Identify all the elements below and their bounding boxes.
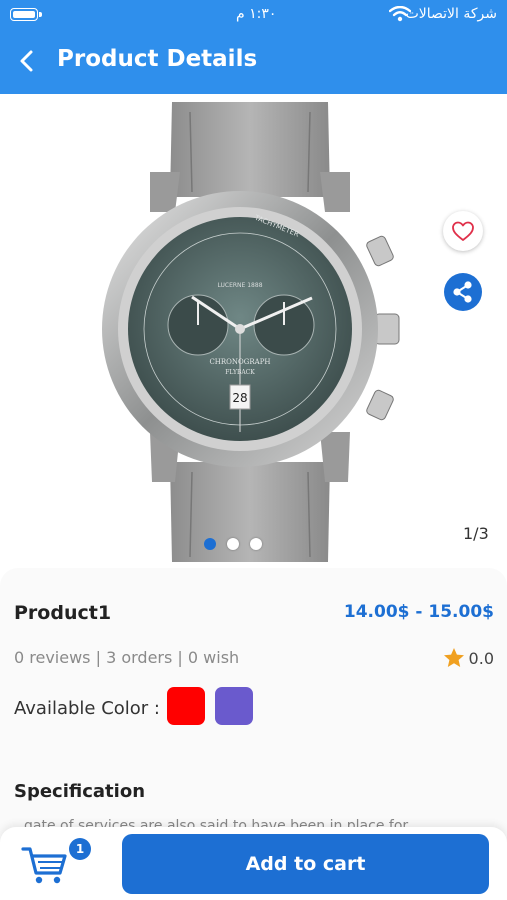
dial-brand: LUCERNE 1888 bbox=[217, 282, 262, 289]
product-rating: 0.0 bbox=[442, 646, 494, 670]
pager-dot[interactable] bbox=[250, 538, 262, 550]
share-button[interactable] bbox=[444, 273, 482, 311]
product-image-gallery[interactable]: 28 LUCERNE 1888 CHRONOGRAPH FLYBACK TACH… bbox=[0, 94, 507, 570]
status-time: ١:٣٠ م bbox=[236, 6, 277, 22]
rating-value: 0.0 bbox=[468, 648, 494, 668]
app-bar: Product Details bbox=[0, 30, 507, 94]
product-price: 14.00$ - 15.00$ bbox=[343, 602, 494, 622]
star-icon bbox=[443, 648, 464, 667]
bottom-action-bar: 1 Add to cart bbox=[0, 827, 507, 900]
image-counter: 1/3 bbox=[463, 524, 489, 543]
dial-line1: CHRONOGRAPH bbox=[209, 358, 270, 366]
product-image[interactable]: 28 LUCERNE 1888 CHRONOGRAPH FLYBACK TACH… bbox=[80, 102, 420, 562]
available-color-label: Available Color : bbox=[14, 698, 160, 719]
cart-icon[interactable] bbox=[20, 841, 70, 887]
color-swatch-purple[interactable] bbox=[215, 687, 253, 725]
back-arrow-icon[interactable] bbox=[12, 46, 42, 76]
page-title: Product Details bbox=[57, 46, 258, 72]
dial-date: 28 bbox=[232, 391, 247, 405]
dial-line2: FLYBACK bbox=[225, 369, 255, 376]
product-name: Product1 bbox=[14, 602, 112, 624]
status-bar: ١:٣٠ م شركة الاتصالات bbox=[0, 0, 507, 30]
carrier-name: شركة الاتصالات bbox=[405, 6, 497, 22]
specification-title: Specification bbox=[14, 781, 146, 802]
battery-icon bbox=[10, 8, 42, 21]
pager-dot[interactable] bbox=[227, 538, 239, 550]
favorite-button[interactable] bbox=[443, 211, 483, 251]
image-pager bbox=[0, 538, 507, 550]
product-stats: 0 reviews | 3 orders | 0 wish bbox=[14, 648, 240, 667]
heart-icon bbox=[452, 221, 474, 241]
cart-badge: 1 bbox=[69, 838, 91, 860]
pager-dot-active[interactable] bbox=[204, 538, 216, 550]
add-to-cart-button[interactable]: Add to cart bbox=[122, 834, 489, 894]
color-swatch-red[interactable] bbox=[167, 687, 205, 725]
share-icon bbox=[453, 281, 472, 303]
